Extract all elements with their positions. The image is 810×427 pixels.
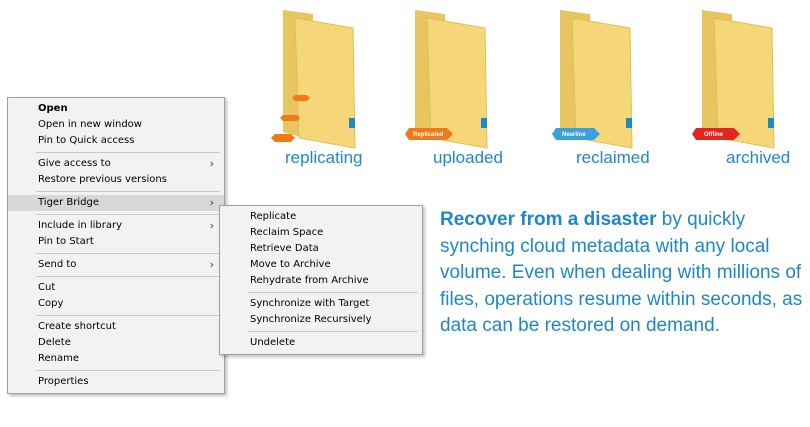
submenu-item-rehydrate[interactable]: Rehydrate from Archive xyxy=(220,273,422,289)
menu-item-restore-versions[interactable]: Restore previous versions xyxy=(8,172,224,188)
menu-item-label: Pin to Quick access xyxy=(38,135,135,146)
menu-item-pin-quick-access[interactable]: Pin to Quick access xyxy=(8,133,224,149)
menu-item-label: Delete xyxy=(38,337,71,348)
menu-separator xyxy=(36,191,220,192)
folder-caption: replicating xyxy=(285,148,363,167)
submenu-item-reclaim-space[interactable]: Reclaim Space xyxy=(220,225,422,241)
submenu-item-move-archive[interactable]: Move to Archive xyxy=(220,257,422,273)
menu-item-label: Move to Archive xyxy=(250,259,331,270)
menu-item-label: Synchronize Recursively xyxy=(250,314,372,325)
menu-item-send-to[interactable]: Send to › xyxy=(8,257,224,273)
menu-separator xyxy=(36,315,220,316)
menu-item-label: Undelete xyxy=(250,337,296,348)
menu-separator xyxy=(36,370,220,371)
folder-icon: Nearline xyxy=(552,10,633,149)
menu-item-delete[interactable]: Delete xyxy=(8,335,224,351)
menu-item-label: Create shortcut xyxy=(38,321,116,332)
status-tag-label: Replicated xyxy=(413,132,444,138)
folder-icon xyxy=(271,10,356,149)
folder-icon: Replicated xyxy=(405,10,488,149)
menu-item-give-access[interactable]: Give access to › xyxy=(8,156,224,172)
submenu-item-retrieve-data[interactable]: Retrieve Data xyxy=(220,241,422,257)
submenu-item-undelete[interactable]: Undelete xyxy=(220,335,422,351)
chevron-right-icon: › xyxy=(209,157,214,170)
context-menu: Open Open in new window Pin to Quick acc… xyxy=(7,97,225,394)
status-tag-label: Offline xyxy=(704,132,724,138)
menu-item-label: Open in new window xyxy=(38,119,142,130)
folder-replicating[interactable]: replicating xyxy=(265,0,365,167)
menu-item-copy[interactable]: Copy xyxy=(8,296,224,312)
menu-separator xyxy=(36,276,220,277)
folder-caption: reclaimed xyxy=(576,148,650,167)
menu-item-label: Properties xyxy=(38,376,89,387)
menu-item-create-shortcut[interactable]: Create shortcut xyxy=(8,319,224,335)
chevron-right-icon: › xyxy=(209,258,214,271)
folder-uploaded[interactable]: Replicated uploaded xyxy=(405,0,505,167)
menu-item-label: Rehydrate from Archive xyxy=(250,275,369,286)
menu-separator xyxy=(248,292,418,293)
menu-item-label: Cut xyxy=(38,282,56,293)
menu-item-include-library[interactable]: Include in library › xyxy=(8,218,224,234)
menu-item-label: Give access to xyxy=(38,158,111,169)
chevron-right-icon: › xyxy=(209,196,214,209)
tiger-bridge-submenu: Replicate Reclaim Space Retrieve Data Mo… xyxy=(219,205,423,355)
description-heading: Recover from a disaster xyxy=(440,209,657,230)
menu-item-label: Send to xyxy=(38,259,77,270)
menu-item-label: Replicate xyxy=(250,211,297,222)
folder-icon: Offline xyxy=(692,10,775,149)
menu-item-open-new-window[interactable]: Open in new window xyxy=(8,117,224,133)
folder-reclaimed[interactable]: Nearline reclaimed xyxy=(552,0,652,167)
menu-item-cut[interactable]: Cut xyxy=(8,280,224,296)
folder-archived[interactable]: Offline archived xyxy=(692,0,792,167)
menu-item-label: Pin to Start xyxy=(38,236,94,247)
menu-item-label: Include in library xyxy=(38,220,123,231)
folder-caption: uploaded xyxy=(433,148,503,167)
menu-item-label: Tiger Bridge xyxy=(38,197,99,208)
menu-item-label: Open xyxy=(38,103,68,114)
chevron-right-icon: › xyxy=(209,219,214,232)
menu-separator xyxy=(36,253,220,254)
menu-item-pin-start[interactable]: Pin to Start xyxy=(8,234,224,250)
menu-item-label: Rename xyxy=(38,353,80,364)
menu-item-label: Restore previous versions xyxy=(38,174,167,185)
menu-item-label: Synchronize with Target xyxy=(250,298,370,309)
menu-item-label: Copy xyxy=(38,298,64,309)
submenu-item-replicate[interactable]: Replicate xyxy=(220,209,422,225)
folder-caption: archived xyxy=(726,148,791,167)
menu-item-rename[interactable]: Rename xyxy=(8,351,224,367)
submenu-item-sync-recursive[interactable]: Synchronize Recursively xyxy=(220,312,422,328)
feature-description: Recover from a disaster by quickly synch… xyxy=(440,207,810,340)
menu-separator xyxy=(248,331,418,332)
menu-separator xyxy=(36,152,220,153)
menu-item-properties[interactable]: Properties xyxy=(8,374,224,390)
submenu-item-sync-target[interactable]: Synchronize with Target xyxy=(220,296,422,312)
menu-separator xyxy=(36,214,220,215)
menu-item-label: Retrieve Data xyxy=(250,243,319,254)
status-tag-label: Nearline xyxy=(562,132,586,138)
menu-item-label: Reclaim Space xyxy=(250,227,324,238)
menu-item-tiger-bridge[interactable]: Tiger Bridge › xyxy=(8,195,224,211)
menu-item-open[interactable]: Open xyxy=(8,101,224,117)
